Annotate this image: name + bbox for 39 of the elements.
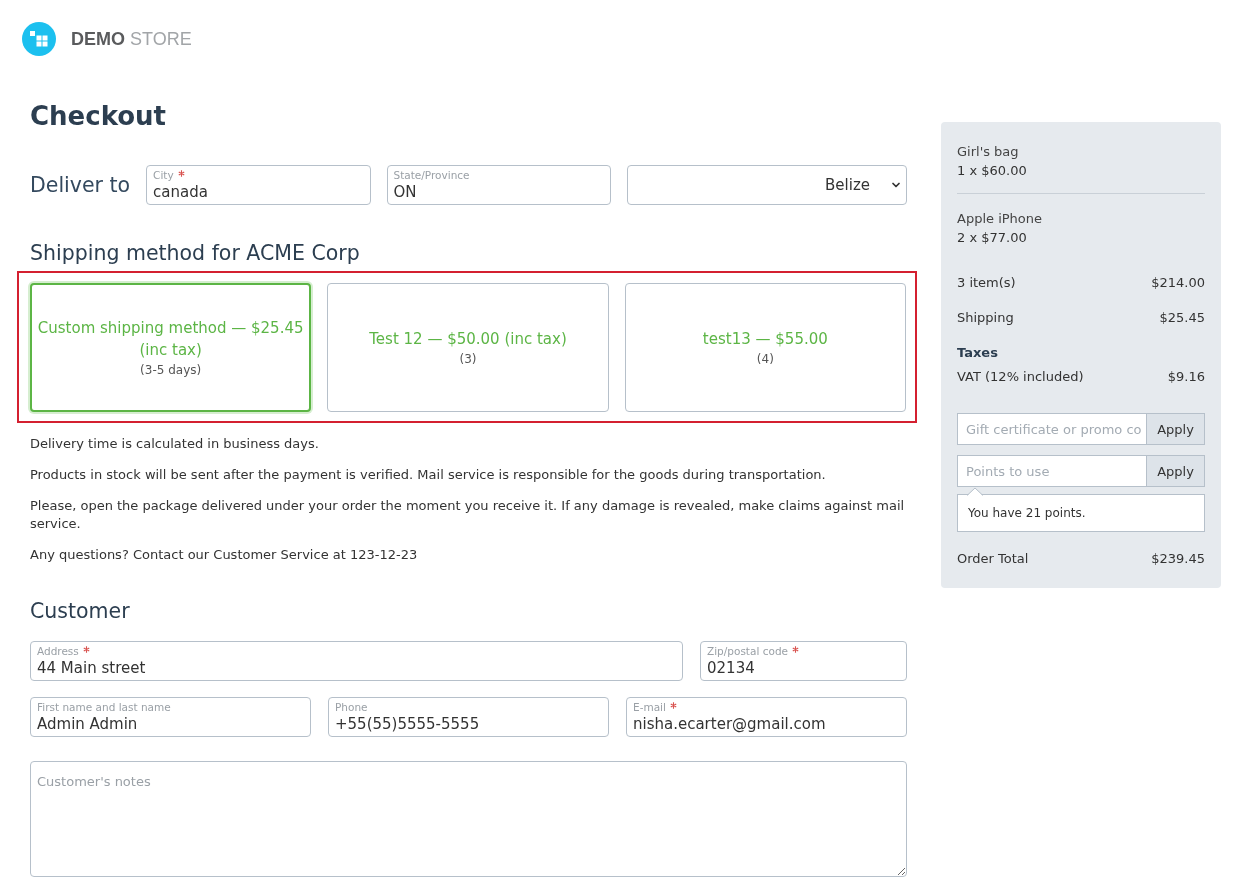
- promo-code-field[interactable]: Gift certificate or promo co: [957, 413, 1147, 445]
- info-paragraph: Products in stock will be sent after the payment is verified. Mail service is responsible for the goods during transportation.: [30, 466, 827, 484]
- order-total-value: $239.45: [1151, 550, 1205, 568]
- summary-label: Shipping: [957, 309, 1014, 327]
- summary-label: VAT (12% included): [957, 368, 1084, 386]
- product-quantity-price: 2 x $77.00: [957, 229, 1027, 247]
- shipping-option[interactable]: test13 — $55.00 (4): [624, 283, 906, 412]
- input-field[interactable]: Address 44 Main street: [30, 641, 683, 681]
- summary-label: 3 item(s): [957, 274, 1016, 292]
- section-title: Customer: [30, 598, 130, 625]
- input-field[interactable]: First name and last name Admin Admin: [30, 697, 311, 737]
- notes-field[interactable]: Customer's notes: [30, 761, 907, 877]
- summary-value: $214.00: [1151, 274, 1205, 292]
- apply-button[interactable]: Apply: [1147, 413, 1205, 445]
- shipping-option[interactable]: Custom shipping method — $25.45 (inc tax) (3-5 days): [30, 283, 312, 412]
- apply-button[interactable]: Apply: [1147, 455, 1205, 487]
- shipping-option[interactable]: Test 12 — $50.00 (inc tax) (3): [327, 283, 609, 412]
- points-hint-text: You have 21 points.: [968, 504, 1086, 522]
- input-field[interactable]: City canada: [146, 165, 371, 205]
- store-name: DEMO STORE: [71, 28, 192, 50]
- country-select[interactable]: Belize: [627, 165, 907, 205]
- product-name: Girl's bag: [957, 143, 1019, 161]
- info-paragraph: Any questions? Contact our Customer Service at 123-12-23: [30, 546, 419, 564]
- product-name: Apple iPhone: [957, 210, 1043, 228]
- page-title: Checkout: [30, 100, 167, 133]
- taxes-title: Taxes: [957, 344, 998, 362]
- order-total-label: Order Total: [957, 550, 1029, 568]
- summary-value: $9.16: [1167, 368, 1205, 386]
- deliver-to-label: Deliver to: [30, 172, 131, 199]
- input-field[interactable]: Phone +55(55)5555-5555: [328, 697, 609, 737]
- summary-value: $25.45: [1159, 309, 1205, 327]
- input-field[interactable]: Zip/postal code 02134: [700, 641, 907, 681]
- info-paragraph: Delivery time is calculated in business days.: [30, 435, 320, 453]
- input-field[interactable]: State/Province ON: [386, 165, 611, 205]
- section-title: Shipping method for ACME Corp: [30, 240, 360, 267]
- logo-icon: [22, 22, 56, 56]
- info-paragraph: Please, open the package delivered under your order the moment you receive it. If any damage is revealed, make claims against mail service.: [30, 497, 906, 533]
- input-field[interactable]: E-mail nisha.ecarter@gmail.com: [626, 697, 907, 737]
- product-quantity-price: 1 x $60.00: [957, 162, 1027, 180]
